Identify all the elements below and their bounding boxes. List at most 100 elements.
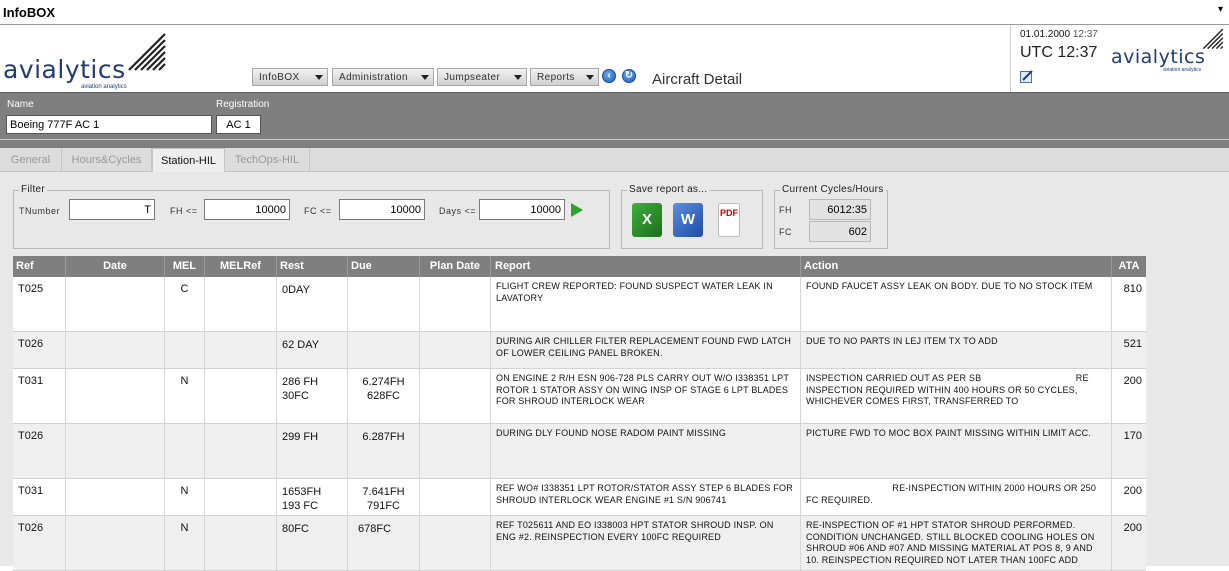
cell-plan-date [420,369,491,423]
column-header-melref[interactable]: MELRef [205,256,277,277]
word-export-icon[interactable]: W [673,203,703,237]
cell-date [66,516,165,570]
chevron-down-icon [514,75,522,80]
avialytics-logo[interactable]: avialytics aviation analytics [3,30,168,90]
cell-action: PICTURE FWD TO MOC BOX PAINT MISSING WIT… [801,424,1112,478]
due-line: 7.641FH [362,486,405,498]
table-row[interactable]: T026 299 FH 6.287FH DURING DLY FOUND NOS… [13,424,1146,479]
aircraft-record-bar: Name Boeing 777F AC 1 Registration AC 1 [0,92,1229,148]
cell-plan-date [420,332,491,368]
arrow-left-icon[interactable]: ‹ [602,69,616,83]
cell-action: RE-INSPECTION WITHIN 2000 HOURS OR 250 F… [801,479,1112,515]
cell-plan-date [420,277,491,331]
cell-plan-date [420,424,491,478]
window-menu-arrow-icon[interactable]: ▾ [1218,4,1223,15]
tab-general[interactable]: General [0,148,62,172]
apply-filter-play-icon[interactable] [571,203,583,217]
cell-mel: C [165,277,205,331]
due-line: 791FC [366,500,401,512]
nav-menu-jumpseater[interactable]: Jumpseater [437,68,527,86]
cell-ata: 200 [1123,522,1142,534]
rest-line: 80FC [282,523,309,535]
cell-ata: 170 [1123,430,1142,442]
table-row[interactable]: T031 N 1653FH 193 FC 7.641FH 791FC REF W… [13,479,1146,516]
rest-line: 286 FH [282,376,319,388]
table-row[interactable]: T025 C 0DAY FLIGHT CREW REPORTED: FOUND … [13,277,1146,332]
registration-label: Registration [216,99,270,110]
nav-menu-infobox[interactable]: InfoBOX [252,68,328,86]
due-line: 628FC [366,390,401,402]
tnumber-input[interactable]: T [69,199,155,220]
tab-station-hil[interactable]: Station-HIL [152,148,225,173]
column-header-action[interactable]: Action [801,256,1112,277]
cell-report: ON ENGINE 2 R/H ESN 906-728 PLS CARRY OU… [491,369,801,423]
cell-date [66,479,165,515]
current-date: 01.01.2000 12:37 [1020,29,1098,40]
nav-menu-administration[interactable]: Administration [332,68,434,86]
column-header-rest[interactable]: Rest [277,256,348,277]
cell-melref [205,516,277,570]
fc-filter-input[interactable]: 10000 [339,199,425,220]
tab-strip: General Hours&Cycles Station-HIL TechOps… [0,148,1229,173]
save-report-title: Save report as... [627,184,710,195]
cell-mel [165,332,205,368]
cell-ref: T026 [13,332,66,368]
refresh-icon[interactable]: ↻ [622,69,636,83]
logo-tagline: aviation analytics [81,84,127,90]
app-title: InfoBOX [3,5,55,20]
edit-note-icon[interactable] [1020,70,1034,83]
tab-techops-hil[interactable]: TechOps-HIL [225,148,310,172]
column-header-mel[interactable]: MEL [165,256,205,277]
fh-filter-input[interactable]: 10000 [204,199,290,220]
window-titlebar: InfoBOX ▾ [0,0,1229,25]
cell-melref [205,424,277,478]
fc-filter-label: FC <= [304,206,332,216]
cell-action: RE-INSPECTION OF #1 HPT STATOR SHROUD PE… [801,516,1112,570]
cell-rest: 62 DAY [277,332,348,368]
logo-tagline: aviation analytics [1163,67,1202,73]
column-header-ref[interactable]: Ref [13,256,66,277]
current-cycles-group: Current Cycles/Hours FH 6012:35 FC 602 [774,184,888,249]
cell-date [66,369,165,423]
header: avialytics aviation analytics InfoBOX Ad… [0,25,1229,92]
nav-menu-reports[interactable]: Reports [530,68,599,86]
nav-menu-label: Reports [537,72,575,83]
cell-ref: T031 [13,369,66,423]
registration-field[interactable]: AC 1 [216,115,261,134]
rest-line: 193 FC [282,500,319,512]
cell-report: FLIGHT CREW REPORTED: FOUND SUSPECT WATE… [491,277,801,331]
cell-plan-date [420,516,491,570]
days-filter-input[interactable]: 10000 [479,199,565,220]
cell-ata: 200 [1123,485,1142,497]
fh-filter-label: FH <= [170,206,198,216]
cell-melref [205,369,277,423]
cell-date [66,424,165,478]
rest-line: 62 DAY [282,339,320,351]
rest-line: 0DAY [282,284,310,296]
tab-hours-cycles[interactable]: Hours&Cycles [62,148,152,172]
logo-wordmark: avialytics [3,55,126,84]
logo-stripes-icon [123,32,167,74]
table-row[interactable]: T031 N 286 FH 30FC 6.274FH 628FC ON ENGI… [13,369,1146,424]
excel-export-icon[interactable]: X [632,203,662,237]
table-row[interactable]: T026 62 DAY DURING AIR CHILLER FILTER RE… [13,332,1146,369]
avialytics-logo-right: avialytics aviation analytics [1111,27,1226,73]
divider [0,139,1229,140]
column-header-report[interactable]: Report [491,256,801,277]
column-header-due[interactable]: Due [348,256,420,277]
cell-due [348,332,420,368]
name-field[interactable]: Boeing 777F AC 1 [6,115,212,134]
cell-report: DURING DLY FOUND NOSE RADOM PAINT MISSIN… [491,424,801,478]
cell-rest: 80FC [277,516,348,570]
column-header-plan-date[interactable]: Plan Date [420,256,491,277]
utc-clock: UTC 12:37 [1020,44,1098,61]
column-header-date[interactable]: Date [66,256,165,277]
pdf-export-icon[interactable]: PDF [718,203,740,237]
due-line: 6.274FH [362,376,405,388]
cell-due: 6.287FH [348,424,420,478]
table-row[interactable]: T026 N 80FC 678FC REF T025611 AND EO I33… [13,516,1146,571]
table-header: Ref Date MEL MELRef Rest Due Plan Date R… [13,256,1146,277]
cell-rest: 286 FH 30FC [277,369,348,423]
cell-due [348,277,420,331]
column-header-ata[interactable]: ATA [1112,256,1146,277]
